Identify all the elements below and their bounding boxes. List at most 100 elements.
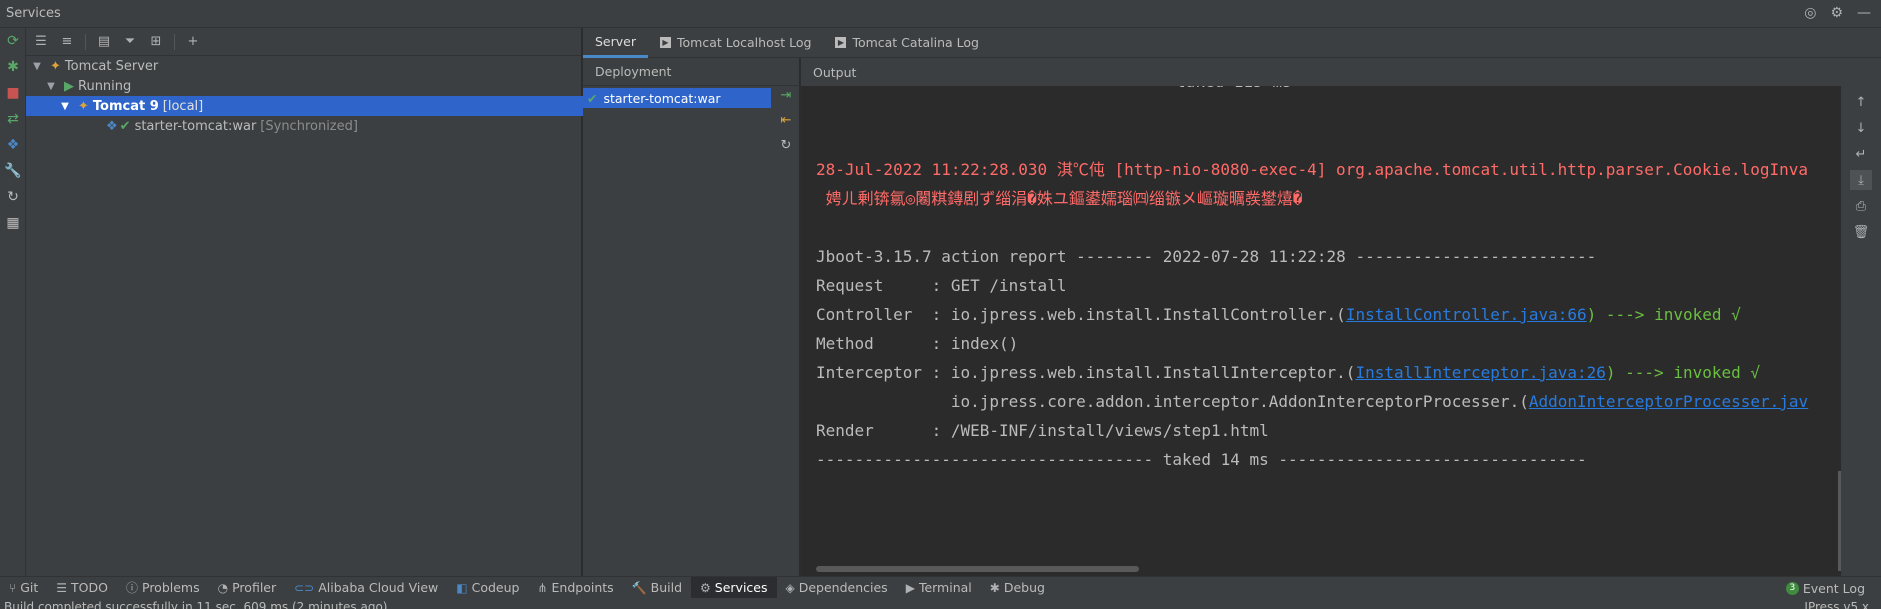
problems-icon: ⓘ [125, 581, 138, 595]
console-error-line: 娉ㄦ剰锛氱◎闂粸鏄剧ず缁涓�姝ユ鏂鍙嬬瑙㈣缁镞メ嶇璇曞彂鐢熺� [816, 189, 1303, 208]
console-line: Request : GET /install [816, 276, 1067, 295]
tree-item-tomcat-server[interactable]: ▼ ✦ Tomcat Server [26, 56, 586, 76]
horizontal-scrollbar[interactable] [816, 566, 1139, 572]
console-text: ) ---> invoked √ [1586, 305, 1741, 324]
endpoints-icon: ⋔ [537, 580, 548, 595]
debug-icon[interactable]: ✱ [0, 54, 26, 80]
tree-item-suffix: [local] [162, 98, 204, 114]
console-line: Render : /WEB-INF/install/views/step1.ht… [816, 421, 1269, 440]
codeup-icon: ◧ [456, 580, 468, 595]
tool-build[interactable]: 🔨 Build [623, 577, 691, 599]
tree-item-running[interactable]: ▼ ▶ Running [26, 76, 600, 96]
tomcat-icon: ✦ [78, 98, 89, 114]
tool-label: Git [20, 580, 39, 595]
services-icon: ⚙ [700, 580, 711, 595]
tomcat-icon: ✦ [50, 58, 61, 74]
refresh-icon[interactable]: ↻ [0, 184, 26, 210]
refresh-icon[interactable]: ↻ [781, 138, 792, 153]
minimize-icon[interactable]: — [1857, 5, 1871, 21]
event-count-badge: 3 [1785, 581, 1799, 595]
deploy-icon[interactable]: ⇄ [0, 106, 26, 132]
tool-services[interactable]: ⚙ Services [691, 576, 777, 599]
filter-icon[interactable]: ⏷ [119, 31, 141, 53]
services-vertical-toolbar: ⟳ ✱ ■ ⇄ ❖ 🔧 ↻ ▦ [0, 28, 26, 576]
tree-toolbar: ☰ ≡ ▤ ⏷ ⊞ + [26, 28, 582, 56]
deployment-header: Deployment [583, 58, 800, 86]
status-bar: Build completed successfully in 11 sec, … [0, 598, 1881, 609]
tool-profiler[interactable]: ◔ Profiler [209, 577, 286, 599]
undeploy-icon[interactable]: ⇤ [781, 113, 792, 128]
tool-alibaba-cloud-view[interactable]: ⊂⊃ Alibaba Cloud View [285, 577, 447, 599]
git-icon: ⑂ [9, 580, 17, 595]
tree-item-label: Running [78, 78, 132, 94]
console-line: ----------------------------------- take… [816, 450, 1587, 469]
tool-endpoints[interactable]: ⋔ Endpoints [528, 577, 622, 599]
tool-label: Services [714, 580, 768, 595]
tree-item-starter-tomcat-war[interactable]: ❖ ✔ starter-tomcat:war [Synchronized] [26, 116, 662, 136]
tool-label: Problems [142, 580, 200, 595]
tab-tomcat-localhost-log[interactable]: ▶ Tomcat Localhost Log [648, 28, 823, 58]
gear-icon[interactable]: ⚙ [1830, 5, 1843, 21]
print-icon[interactable]: ⎙ [1850, 196, 1872, 216]
layout-icon[interactable]: ▦ [0, 210, 26, 236]
artifact-icon[interactable]: ❖ [0, 132, 26, 158]
console-line: Controller : io.jpress.web.install.Insta… [816, 300, 1741, 329]
deployment-item[interactable]: ✔ starter-tomcat:war [583, 88, 771, 108]
trash-icon[interactable]: 🗑 [1850, 222, 1872, 242]
wrench-icon[interactable]: 🔧 [0, 158, 26, 184]
chevron-down-icon[interactable]: ▼ [58, 101, 72, 112]
soft-wrap-icon[interactable]: ↵ [1850, 144, 1872, 164]
expand-all-icon[interactable]: ☰ [30, 31, 52, 53]
tool-debug[interactable]: ✱ Debug [981, 577, 1054, 599]
todo-icon: ☰ [56, 580, 68, 595]
source-link[interactable]: InstallController.java:66 [1346, 305, 1587, 324]
deploy-icon[interactable]: ⇥ [781, 88, 792, 103]
cloud-icon: ⊂⊃ [294, 580, 315, 595]
tree-item-label: starter-tomcat:war [134, 118, 257, 134]
tool-label: Terminal [918, 580, 972, 595]
tool-event-log[interactable]: 3 Event Log [1785, 577, 1865, 599]
scroll-to-end-icon[interactable]: ⤓ [1850, 170, 1872, 190]
console-output[interactable]: taked 115 ms 28-Jul-2022 11:22:28.030 淇℃… [801, 86, 1841, 576]
tool-problems[interactable]: ⓘ Problems [117, 577, 209, 599]
group-by-icon[interactable]: ▤ [93, 31, 115, 53]
target-icon[interactable]: ◎ [1804, 5, 1816, 21]
collapse-all-icon[interactable]: ≡ [56, 31, 78, 53]
tree-item-tomcat-9[interactable]: ▼ ✦ Tomcat 9 [local] [26, 96, 614, 116]
tool-todo[interactable]: ☰ TODO [47, 577, 117, 599]
chevron-down-icon[interactable]: ▼ [44, 81, 58, 92]
toolbar-divider [85, 33, 86, 50]
stop-icon[interactable]: ■ [0, 80, 26, 106]
console-error-line: 28-Jul-2022 11:22:28.030 淇℃伅 [http-nio-8… [816, 160, 1809, 179]
tool-git[interactable]: ⑂ Git [0, 577, 47, 599]
tab-label: Tomcat Localhost Log [677, 35, 812, 50]
tool-terminal[interactable]: ▶ Terminal [897, 577, 981, 599]
arrow-up-icon[interactable]: ↑ [1850, 92, 1872, 112]
artifact-icon: ❖ [106, 118, 118, 134]
rerun-icon[interactable]: ⟳ [0, 28, 26, 54]
status-message[interactable]: Build completed successfully in 11 sec, … [4, 600, 387, 609]
tool-label: Codeup [471, 580, 520, 595]
chevron-down-icon[interactable]: ▼ [30, 61, 44, 72]
source-link[interactable]: InstallInterceptor.java:26 [1355, 363, 1605, 382]
deployment-panel: Deployment ✔ starter-tomcat:war ⇥ ⇤ ↻ [583, 58, 800, 576]
profiler-icon: ◔ [217, 580, 229, 595]
build-icon: 🔨 [631, 580, 647, 595]
tree-item-suffix: [Synchronized] [260, 118, 358, 134]
log-icon: ▶ [660, 37, 671, 48]
tab-server[interactable]: Server [583, 28, 648, 58]
status-right[interactable]: JPress v5.x [1804, 600, 1869, 609]
new-group-icon[interactable]: ⊞ [145, 31, 167, 53]
tool-window-bar: ⑂ Git ☰ TODO ⓘ Problems ◔ Profiler ⊂⊃ Alibaba… [0, 576, 1881, 599]
console-line: Interceptor : io.jpress.web.install.Inst… [816, 358, 1760, 387]
add-service-icon[interactable]: + [182, 31, 204, 53]
source-link[interactable]: AddonInterceptorProcesser.jav [1529, 392, 1808, 411]
tool-label: Profiler [232, 580, 277, 595]
arrow-down-icon[interactable]: ↓ [1850, 118, 1872, 138]
tab-tomcat-catalina-log[interactable]: ▶ Tomcat Catalina Log [823, 28, 991, 58]
console-text: Controller : io.jpress.web.install.Insta… [816, 305, 1346, 324]
tool-codeup[interactable]: ◧ Codeup [447, 577, 528, 599]
tree-item-label: Tomcat 9 [92, 98, 159, 114]
tool-dependencies[interactable]: ◈ Dependencies [777, 577, 897, 599]
tool-label: TODO [71, 580, 108, 595]
